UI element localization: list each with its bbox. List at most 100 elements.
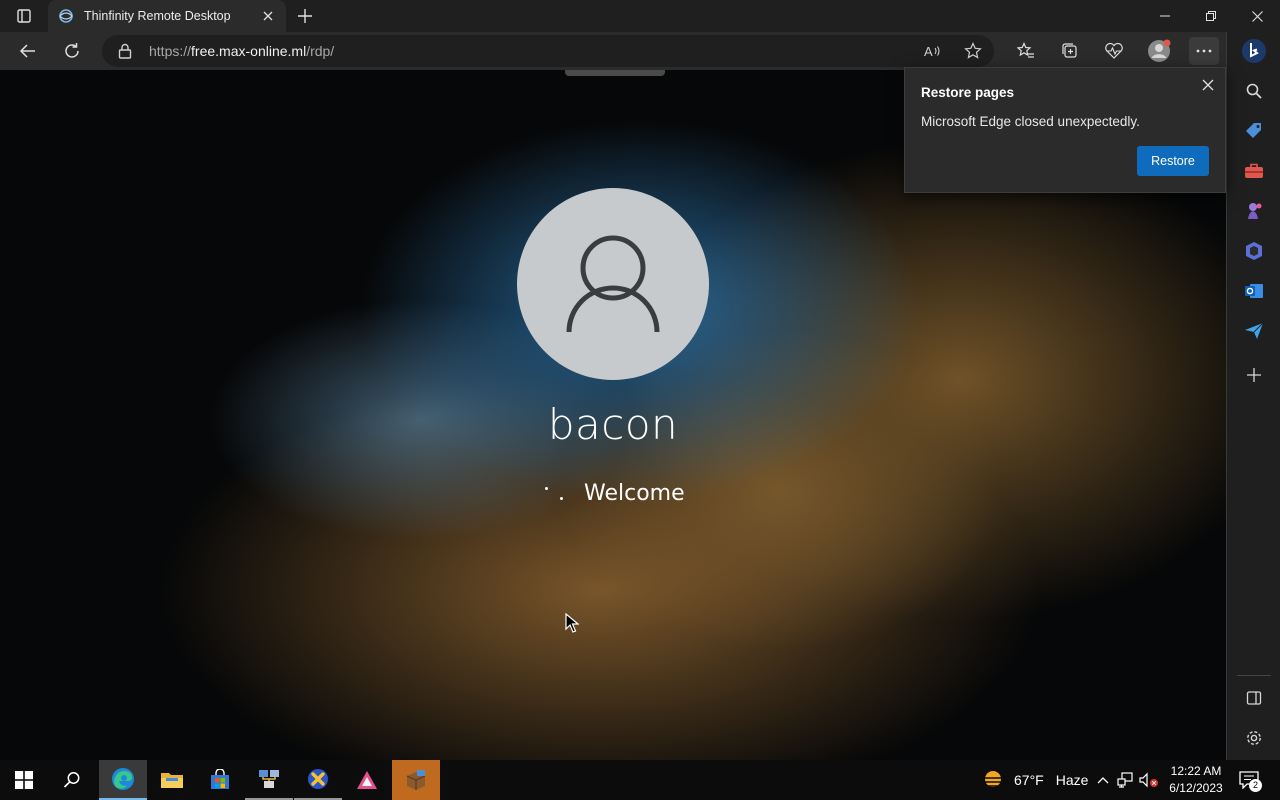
- close-icon: [1251, 10, 1263, 22]
- restore-button[interactable]: Restore: [1137, 146, 1209, 176]
- tab-actions-icon: [17, 9, 31, 23]
- bing-button[interactable]: [1239, 35, 1269, 67]
- paper-plane-icon: [1245, 322, 1264, 339]
- screen: Thinfinity Remote Desktop https://free.m…: [0, 0, 1280, 800]
- sidebar-settings-button[interactable]: [1240, 724, 1268, 752]
- start-button[interactable]: [0, 760, 48, 800]
- shopping-tag-icon: [1246, 123, 1261, 138]
- sidebar-shopping-button[interactable]: [1240, 117, 1268, 145]
- read-aloud-icon[interactable]: A: [920, 40, 944, 62]
- file-explorer-icon: [161, 773, 183, 788]
- windows-logo-icon: [15, 771, 33, 789]
- rdp-toolbar-handle[interactable]: [565, 70, 665, 76]
- triangle-app-icon: [357, 771, 377, 789]
- weather-condition: Haze: [1055, 772, 1089, 788]
- new-tab-button[interactable]: [292, 4, 318, 28]
- hide-sidebar-button[interactable]: [1240, 684, 1268, 712]
- favorites-icon: [1017, 42, 1034, 58]
- restore-pages-popup: Restore pages Microsoft Edge closed unex…: [904, 67, 1226, 193]
- search-icon: [1246, 83, 1262, 99]
- url-scheme: https://: [149, 43, 192, 59]
- thinfinity-icon: [59, 9, 73, 23]
- tab-strip: Thinfinity Remote Desktop: [0, 0, 1280, 32]
- sidebar-games-button[interactable]: [1240, 197, 1268, 225]
- network-app-icon: [259, 770, 279, 788]
- close-tab-icon[interactable]: [260, 8, 276, 24]
- taskbar-network-app[interactable]: [245, 760, 293, 800]
- taskbar-search-button[interactable]: [48, 760, 96, 800]
- package-app-icon: [406, 770, 426, 790]
- sidebar-tools-button[interactable]: [1240, 157, 1268, 185]
- weather-temperature: 67°F: [1014, 772, 1044, 788]
- signin-status: Welcome: [540, 478, 685, 508]
- sidebar-search-button[interactable]: [1240, 77, 1268, 105]
- sidebar-send-button[interactable]: [1240, 317, 1268, 345]
- browser-toolbar: https://free.max-online.ml/rdp/ A: [0, 32, 1280, 70]
- plus-icon: [298, 9, 312, 23]
- volume-muted-icon: [1139, 772, 1158, 788]
- collections-icon: [1062, 43, 1077, 58]
- url-path: /rdp/: [306, 43, 335, 59]
- taskbar-file-explorer[interactable]: [148, 760, 196, 800]
- popup-close-icon[interactable]: [1199, 76, 1217, 94]
- sidebar-office-button[interactable]: [1240, 237, 1268, 265]
- user-icon: [566, 235, 660, 333]
- mouse-pointer-icon: [565, 613, 579, 633]
- notification-count-badge: 2: [1249, 779, 1262, 792]
- clock-date: 6/12/2023: [1169, 781, 1223, 795]
- volume-tray-button[interactable]: [1139, 770, 1159, 790]
- svg-text:A: A: [924, 44, 933, 59]
- url-host: free.max-online.ml: [191, 43, 307, 59]
- taskbar-x-app[interactable]: [294, 760, 342, 800]
- back-button[interactable]: [13, 37, 43, 65]
- minimize-button[interactable]: [1142, 0, 1188, 32]
- settings-more-button[interactable]: [1189, 37, 1219, 65]
- sidebar-add-button[interactable]: [1240, 361, 1268, 389]
- minimize-icon: [1160, 15, 1170, 17]
- taskbar: 67°F Haze 12:22 AM 6/12/2023 2: [0, 760, 1280, 800]
- lock-icon[interactable]: [118, 43, 132, 59]
- taskbar-triangle-app[interactable]: [343, 760, 391, 800]
- address-bar[interactable]: https://free.max-online.ml/rdp/ A: [102, 35, 994, 67]
- sidebar-toggle-icon: [1246, 691, 1262, 705]
- clock-time: 12:22 AM: [1170, 764, 1222, 778]
- close-window-button[interactable]: [1234, 0, 1280, 32]
- weather-widget[interactable]: 67°F Haze: [980, 760, 1088, 800]
- lockscreen-username: bacon: [547, 400, 679, 449]
- profile-button[interactable]: [1144, 37, 1174, 65]
- browser-essentials-button[interactable]: [1099, 37, 1129, 65]
- refresh-button[interactable]: [57, 37, 87, 65]
- popup-title: Restore pages: [921, 85, 1015, 100]
- x-app-icon: [308, 769, 328, 789]
- more-dots-icon: [1196, 49, 1212, 53]
- taskbar-clock[interactable]: 12:22 AM 6/12/2023: [1160, 763, 1232, 797]
- network-icon: [1117, 772, 1133, 788]
- taskbar-edge[interactable]: [99, 760, 147, 800]
- restore-window-button[interactable]: [1188, 0, 1234, 32]
- plus-icon: [1247, 368, 1261, 382]
- heart-pulse-icon: [1105, 42, 1123, 59]
- sidebar-outlook-button[interactable]: [1240, 277, 1268, 305]
- network-tray-button[interactable]: [1116, 770, 1136, 790]
- toolbox-icon: [1245, 163, 1263, 178]
- favorites-button[interactable]: [1011, 37, 1041, 65]
- store-icon: [211, 769, 229, 789]
- refresh-icon: [65, 43, 79, 58]
- user-avatar: [517, 188, 709, 380]
- search-icon: [63, 772, 80, 788]
- taskbar-store[interactable]: [196, 760, 244, 800]
- url-text[interactable]: https://free.max-online.ml/rdp/: [149, 43, 334, 59]
- outlook-icon: [1245, 284, 1263, 298]
- office-icon: [1246, 242, 1262, 260]
- arrow-left-icon: [19, 44, 35, 58]
- show-hidden-icons-button[interactable]: [1093, 770, 1113, 790]
- chess-piece-icon: [1248, 203, 1262, 219]
- favorite-star-icon[interactable]: [961, 40, 985, 62]
- browser-tab[interactable]: Thinfinity Remote Desktop: [48, 0, 286, 32]
- edge-sidebar: [1226, 32, 1280, 760]
- notifications-button[interactable]: 2: [1234, 766, 1264, 794]
- tab-actions-button[interactable]: [8, 4, 40, 28]
- taskbar-package-app[interactable]: [392, 760, 440, 800]
- collections-button[interactable]: [1055, 37, 1085, 65]
- bing-icon: [1242, 39, 1266, 63]
